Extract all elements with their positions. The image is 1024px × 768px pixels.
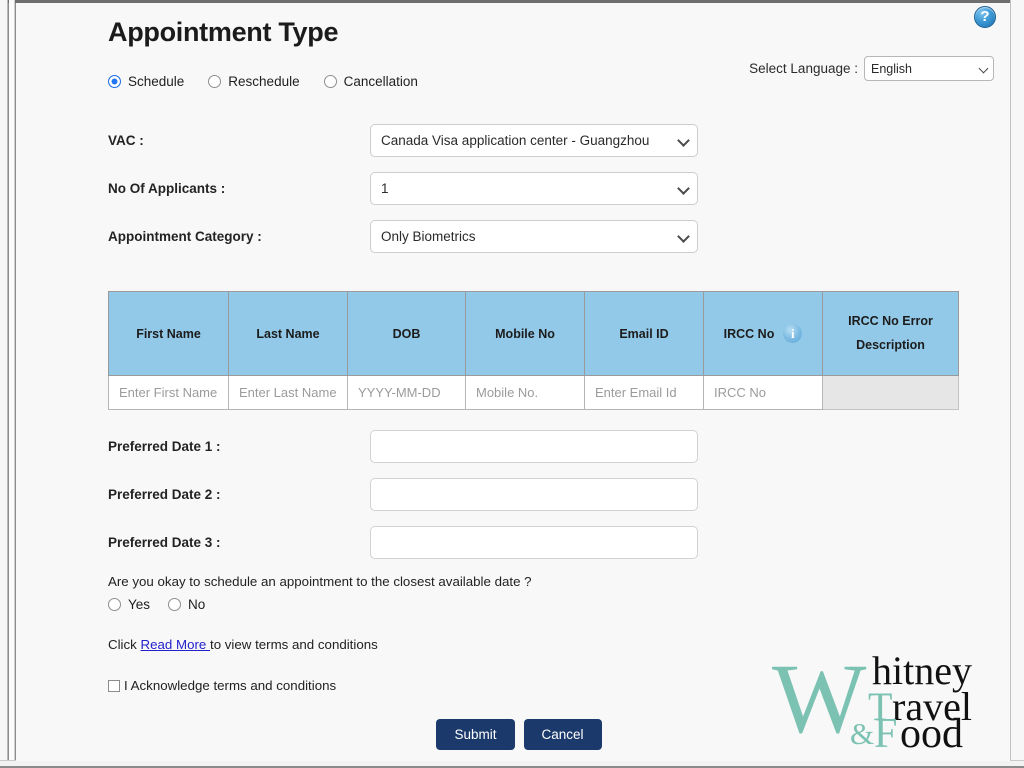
table-row [108, 375, 959, 410]
radio-label-no: No [188, 597, 206, 612]
cell-dob [347, 375, 466, 410]
applicants-select[interactable]: 1 [370, 172, 698, 205]
col-header-ircc-label: IRCC No [723, 326, 775, 341]
vac-select-wrap[interactable]: Canada Visa application center - Guangzh… [370, 124, 698, 157]
appointment-form-page: ? Appointment Type Select Language : Eng… [16, 3, 1010, 761]
cell-ircc-no [703, 375, 823, 410]
preferred-date-3-input[interactable] [370, 526, 698, 559]
closest-date-question: Are you okay to schedule an appointment … [108, 574, 532, 589]
terms-suffix: to view terms and conditions [210, 637, 378, 652]
dob-input[interactable] [348, 376, 465, 409]
window-right-edge [1010, 0, 1024, 768]
preferred-date-2-input[interactable] [370, 478, 698, 511]
col-header-email-id: Email ID [584, 291, 704, 376]
ircc-error-line1: IRCC No Error [848, 314, 933, 329]
radio-label-yes: Yes [128, 597, 151, 612]
applicants-label: No Of Applicants : [108, 181, 226, 196]
info-icon[interactable]: i [783, 324, 803, 343]
category-select-wrap[interactable]: Only Biometrics [370, 220, 698, 253]
preferred-date-3-label: Preferred Date 3 : [108, 535, 221, 550]
appointment-type-radio-group: Schedule Reschedule Cancellation [108, 74, 442, 89]
mobile-no-input[interactable] [466, 376, 584, 409]
preferred-date-1-label: Preferred Date 1 : [108, 439, 221, 454]
language-select-wrap[interactable]: English [864, 56, 994, 81]
screenshot-root: ? Appointment Type Select Language : Eng… [0, 0, 1024, 768]
radio-cancellation[interactable] [323, 75, 337, 88]
preferred-date-2-label: Preferred Date 2 : [108, 487, 221, 502]
field-row-vac: VAC : Canada Visa application center - G… [108, 124, 698, 157]
table-header-row: First Name Last Name DOB Mobile No Email… [108, 291, 959, 376]
ircc-error-line2: Description [856, 337, 925, 352]
radio-item-yes[interactable]: Yes [108, 597, 150, 612]
radio-item-reschedule[interactable]: Reschedule [208, 74, 300, 89]
language-select[interactable]: English [864, 56, 994, 81]
field-row-preferred-date-1: Preferred Date 1 : [108, 430, 698, 463]
col-header-ircc-no: IRCC No i [703, 291, 823, 376]
window-left-edge [0, 0, 8, 768]
applicants-select-wrap[interactable]: 1 [370, 172, 698, 205]
acknowledge-label: I Acknowledge terms and conditions [124, 678, 337, 693]
category-select[interactable]: Only Biometrics [370, 220, 698, 253]
vac-label: VAC : [108, 133, 144, 148]
col-header-last-name: Last Name [228, 291, 348, 376]
read-more-link[interactable]: Read More [141, 637, 210, 652]
applicants-table: First Name Last Name DOB Mobile No Email… [108, 291, 959, 410]
action-button-row: Submit Cancel [16, 719, 1010, 750]
radio-item-cancellation[interactable]: Cancellation [323, 74, 418, 89]
window-left-inner-edge [9, 0, 15, 768]
col-header-ircc-error-description: IRCC No Error Description [822, 291, 959, 376]
email-id-input[interactable] [585, 376, 703, 409]
closest-date-radio-group: Yes No [108, 597, 223, 612]
language-label: Select Language : [749, 61, 858, 76]
field-row-preferred-date-3: Preferred Date 3 : [108, 526, 698, 559]
radio-item-schedule[interactable]: Schedule [108, 74, 184, 89]
field-row-preferred-date-2: Preferred Date 2 : [108, 478, 698, 511]
radio-yes[interactable] [108, 598, 121, 611]
first-name-input[interactable] [109, 376, 228, 409]
cell-email-id [584, 375, 704, 410]
cell-ircc-error-description [822, 375, 959, 410]
col-header-dob: DOB [347, 291, 466, 376]
radio-no[interactable] [168, 598, 182, 611]
radio-schedule[interactable] [108, 75, 121, 88]
col-header-first-name: First Name [108, 291, 229, 376]
radio-label-reschedule: Reschedule [228, 74, 300, 89]
radio-label-cancellation: Cancellation [343, 74, 418, 89]
field-row-applicants: No Of Applicants : 1 [108, 172, 698, 205]
cancel-button[interactable]: Cancel [523, 719, 602, 750]
field-row-category: Appointment Category : Only Biometrics [108, 220, 698, 253]
cell-mobile-no [465, 375, 585, 410]
page-title: Appointment Type [108, 17, 339, 47]
terms-prefix: Click [108, 637, 141, 652]
ircc-no-input[interactable] [704, 376, 822, 409]
cell-last-name [228, 375, 348, 410]
cell-first-name [108, 375, 229, 410]
preferred-date-1-input[interactable] [370, 430, 698, 463]
submit-button[interactable]: Submit [436, 719, 515, 750]
col-header-mobile-no: Mobile No [465, 291, 585, 376]
category-label: Appointment Category : [108, 229, 262, 244]
radio-reschedule[interactable] [208, 75, 222, 88]
acknowledge-checkbox[interactable] [108, 679, 120, 692]
watermark-hitney: hitney [872, 648, 972, 693]
acknowledge-row[interactable]: I Acknowledge terms and conditions [108, 678, 336, 693]
language-selector: Select Language : English [749, 56, 994, 81]
radio-label-schedule: Schedule [128, 74, 185, 89]
vac-select[interactable]: Canada Visa application center - Guangzh… [370, 124, 698, 157]
terms-line: Click Read More to view terms and condit… [108, 637, 378, 652]
last-name-input[interactable] [229, 376, 347, 409]
radio-item-no[interactable]: No [168, 597, 205, 612]
help-question-icon[interactable]: ? [974, 6, 996, 28]
